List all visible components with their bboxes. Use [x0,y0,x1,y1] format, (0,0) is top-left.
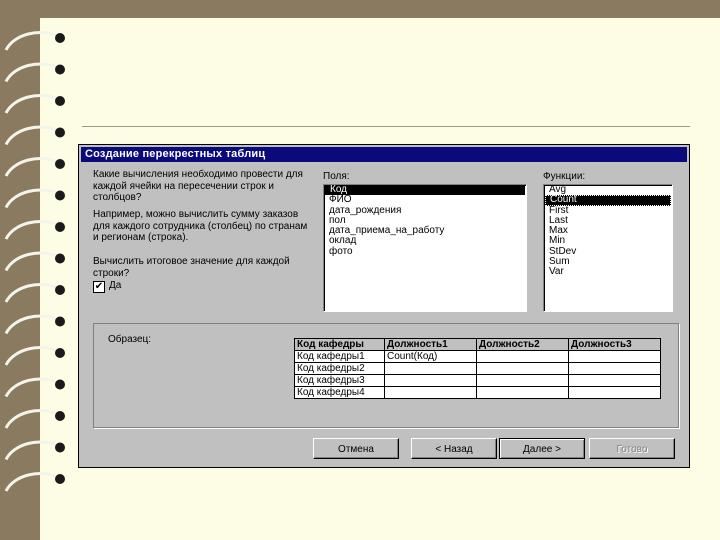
spiral-hole [55,348,65,358]
spiral-hole [55,411,65,421]
crosstab-wizard-dialog: Создание перекрестных таблиц Какие вычис… [78,144,690,468]
spiral-hole [55,222,65,232]
finish-button[interactable]: Готово [589,438,675,459]
spiral-ring [4,157,59,177]
spiral-hole [55,127,65,138]
grid-header-cell: Должность1 [384,338,477,351]
spiral-ring [4,409,59,429]
spiral-ring [4,440,59,461]
spiral-ring [4,377,59,398]
spiral-hole [55,96,65,106]
example-text: Например, можно вычислить сумму заказов … [93,209,308,243]
row-total-checkbox[interactable]: ✔ [93,281,105,293]
spiral-ring [4,346,59,366]
spiral-hole [55,285,65,295]
fields-listbox[interactable]: Код ФИО дата_рождения пол дата_приема_на… [323,184,527,312]
spiral-ring [4,472,59,492]
grid-cell [384,362,477,375]
spiral-hole [55,442,65,453]
grid-header-cell: Код кафедры [294,338,385,351]
grid-row: Код кафедры2 [294,362,661,375]
spiral-ring [4,220,59,240]
page-rule-line [82,126,690,127]
functions-listbox[interactable]: Avg Count First Last Max Min StDev Sum V… [543,184,673,312]
question-row-total: Вычислить итоговое значение для каждой с… [93,256,290,279]
field-item[interactable]: оклад [324,236,526,247]
spiral-hole [55,316,65,327]
fields-label: Поля: [323,171,350,182]
spiral-hole [55,253,65,264]
field-item[interactable]: фото [324,246,526,257]
grid-cell [476,362,569,375]
spiral-hole [55,33,65,43]
spiral-ring [4,31,59,51]
grid-row-header: Код кафедры2 [294,362,385,375]
spiral-ring [4,283,59,303]
grid-header-row: Код кафедры Должность1 Должность2 Должно… [294,338,661,351]
spiral-ring [4,188,59,209]
grid-cell [476,386,569,399]
grid-row-header: Код кафедры3 [294,374,385,387]
functions-label: Функции: [543,171,586,182]
grid-cell: Count(Код) [384,350,477,363]
grid-cell [568,374,661,387]
spiral-ring [4,125,59,146]
grid-cell [476,374,569,387]
dialog-title: Создание перекрестных таблиц [81,147,687,162]
grid-cell [476,350,569,363]
sample-label: Образец: [108,334,152,345]
field-item[interactable]: дата_рождения [324,205,526,216]
function-item[interactable]: Var [544,267,672,278]
spiral-ring [4,94,59,114]
grid-header-cell: Должность2 [476,338,569,351]
next-button[interactable]: Далее > [499,438,585,459]
row-total-checkbox-label: Да [109,280,122,291]
grid-row-header: Код кафедры4 [294,386,385,399]
spiral-binding [4,31,65,492]
spiral-hole [55,474,65,484]
grid-header-cell: Должность3 [568,338,661,351]
back-button[interactable]: < Назад [411,438,497,459]
question-calculation: Какие вычисления необходимо провести для… [93,169,303,203]
grid-row: Код кафедры1 Count(Код) [294,350,661,363]
grid-cell [568,362,661,375]
spiral-hole [55,379,65,390]
spiral-ring [4,251,59,272]
grid-row: Код кафедры3 [294,374,661,387]
field-item[interactable]: Код [325,184,525,196]
grid-cell [384,374,477,387]
spiral-ring [4,62,59,83]
sample-grid: Код кафедры Должность1 Должность2 Должно… [294,338,661,399]
grid-cell [384,386,477,399]
spiral-hole [55,159,65,169]
grid-cell [568,386,661,399]
cancel-button[interactable]: Отмена [313,438,399,459]
spiral-hole [55,190,65,201]
spiral-hole [55,64,65,75]
grid-cell [568,350,661,363]
spiral-ring [4,314,59,335]
sample-group: Образец: Код кафедры Должность1 Должност… [93,323,679,428]
grid-row-header: Код кафедры1 [294,350,385,363]
grid-row: Код кафедры4 [294,386,661,399]
